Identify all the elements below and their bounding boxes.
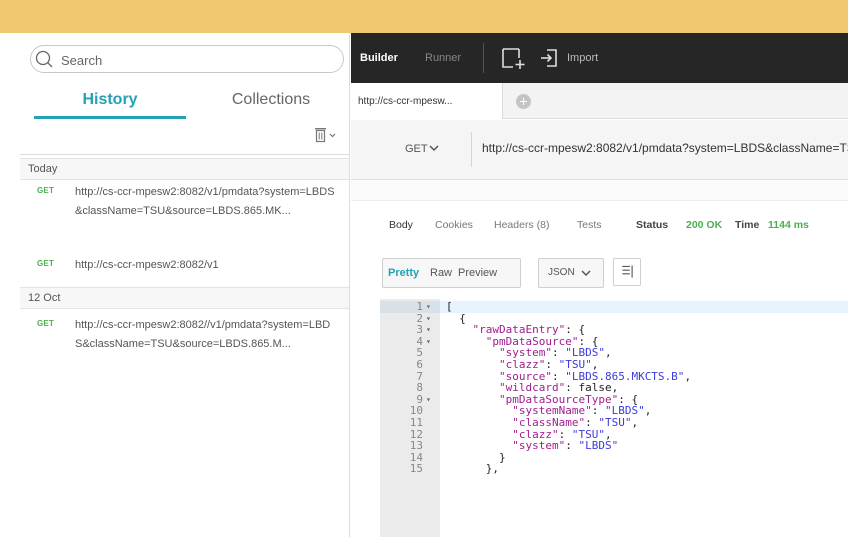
format-toggle: Pretty Raw Preview xyxy=(382,258,521,288)
url-bar: GET http://cs-ccr-mpesw2:8082/v1/pmdata?… xyxy=(351,120,848,180)
line-number: 2 xyxy=(416,311,423,325)
line-number: 8 xyxy=(416,381,423,395)
tab-body[interactable]: Body xyxy=(389,219,413,231)
chevron-down-icon xyxy=(581,270,591,277)
tab-cookies[interactable]: Cookies xyxy=(435,219,473,231)
url-input[interactable]: http://cs-ccr-mpesw2:8082/v1/pmdata?syst… xyxy=(482,141,848,159)
fold-toggle-icon[interactable]: ▾ xyxy=(426,301,431,313)
response-body-editor[interactable]: 1 ▾[2 ▾ {3 ▾ "rawDataEntry": {4 ▾ "pmDataSou… xyxy=(380,299,848,537)
time-label: Time xyxy=(735,219,760,231)
code-text: }, xyxy=(446,462,499,476)
search-box[interactable] xyxy=(30,45,344,73)
add-tab-icon[interactable] xyxy=(516,94,531,109)
code-line: 15 }, xyxy=(380,463,848,475)
history-url: http://cs-ccr-mpesw2:8082//v1/pmdata?sys… xyxy=(75,319,331,350)
fold-toggle-icon[interactable]: ▾ xyxy=(426,324,431,336)
new-window-icon[interactable] xyxy=(501,46,527,70)
line-number: 6 xyxy=(416,358,423,371)
fold-toggle-icon[interactable]: ▾ xyxy=(426,336,431,348)
sidebar-divider xyxy=(20,154,349,155)
main-toolbar: Builder Runner Import xyxy=(351,33,848,83)
import-button[interactable]: Import xyxy=(567,52,598,64)
sidebar-tabs: History Collections xyxy=(20,89,349,119)
pretty-button[interactable]: Pretty xyxy=(388,259,419,287)
code-text: [ xyxy=(446,300,453,313)
chevron-down-icon xyxy=(429,145,439,152)
line-number: 1 xyxy=(380,301,440,313)
status-label: Status xyxy=(636,219,669,231)
line-number: 5 xyxy=(416,346,423,360)
tab-collections[interactable]: Collections xyxy=(196,89,346,119)
toolbar-separator xyxy=(483,43,484,73)
line-number: 11 xyxy=(409,416,423,429)
search-input[interactable] xyxy=(61,51,331,69)
wrap-lines-icon[interactable] xyxy=(613,258,641,286)
fold-toggle-icon[interactable]: ▾ xyxy=(426,394,431,406)
main-panel: Builder Runner Import http://cs-ccr-mpes… xyxy=(351,33,848,537)
raw-button[interactable]: Raw xyxy=(430,259,452,287)
line-number: 7 xyxy=(416,369,423,383)
line-number: 3 xyxy=(416,323,423,337)
response-tabs: Body Cookies Headers (8) Tests Status 20… xyxy=(351,219,848,239)
runner-tab[interactable]: Runner xyxy=(425,52,461,64)
request-tabs: http://cs-ccr-mpesw... xyxy=(351,83,848,119)
search-icon xyxy=(35,50,53,68)
tab-history[interactable]: History xyxy=(34,89,186,119)
history-url: http://cs-ccr-mpesw2:8082/v1/pmdata?syst… xyxy=(75,186,335,217)
import-icon[interactable] xyxy=(539,48,559,68)
history-group-header: 12 Oct xyxy=(20,287,349,309)
language-label: JSON xyxy=(548,267,575,278)
builder-tab[interactable]: Builder xyxy=(360,52,398,64)
history-item[interactable]: GET http://cs-ccr-mpesw2:8082//v1/pmdata… xyxy=(20,316,349,376)
tab-tests[interactable]: Tests xyxy=(577,219,602,231)
time-value: 1144 ms xyxy=(768,219,809,231)
method-dropdown[interactable]: GET xyxy=(386,132,472,167)
fold-toggle-icon[interactable]: ▾ xyxy=(426,313,431,325)
method-badge: GET xyxy=(37,259,55,268)
method-badge: GET xyxy=(37,186,55,195)
line-number: 15 xyxy=(409,462,423,476)
section-gap xyxy=(351,181,848,201)
trash-icon[interactable] xyxy=(312,127,340,143)
history-url: http://cs-ccr-mpesw2:8082/v1 xyxy=(75,259,219,271)
status-value: 200 OK xyxy=(686,219,723,231)
method-label: GET xyxy=(405,143,428,155)
language-dropdown[interactable]: JSON xyxy=(538,258,604,288)
preview-button[interactable]: Preview xyxy=(458,259,497,287)
sidebar: History Collections Today GET http://cs-… xyxy=(20,33,350,537)
request-tab[interactable]: http://cs-ccr-mpesw... xyxy=(351,83,503,119)
code-line: 1 ▾ [ xyxy=(380,301,848,313)
tab-headers[interactable]: Headers (8) xyxy=(494,219,549,231)
line-number: 4 xyxy=(416,334,423,348)
history-group-header: Today xyxy=(20,158,349,180)
history-item[interactable]: GET http://cs-ccr-mpesw2:8082/v1 xyxy=(20,256,349,278)
method-badge: GET xyxy=(37,319,55,328)
window-top-bar xyxy=(0,0,848,33)
code-line: 11 "className": "TSU", xyxy=(380,417,848,429)
